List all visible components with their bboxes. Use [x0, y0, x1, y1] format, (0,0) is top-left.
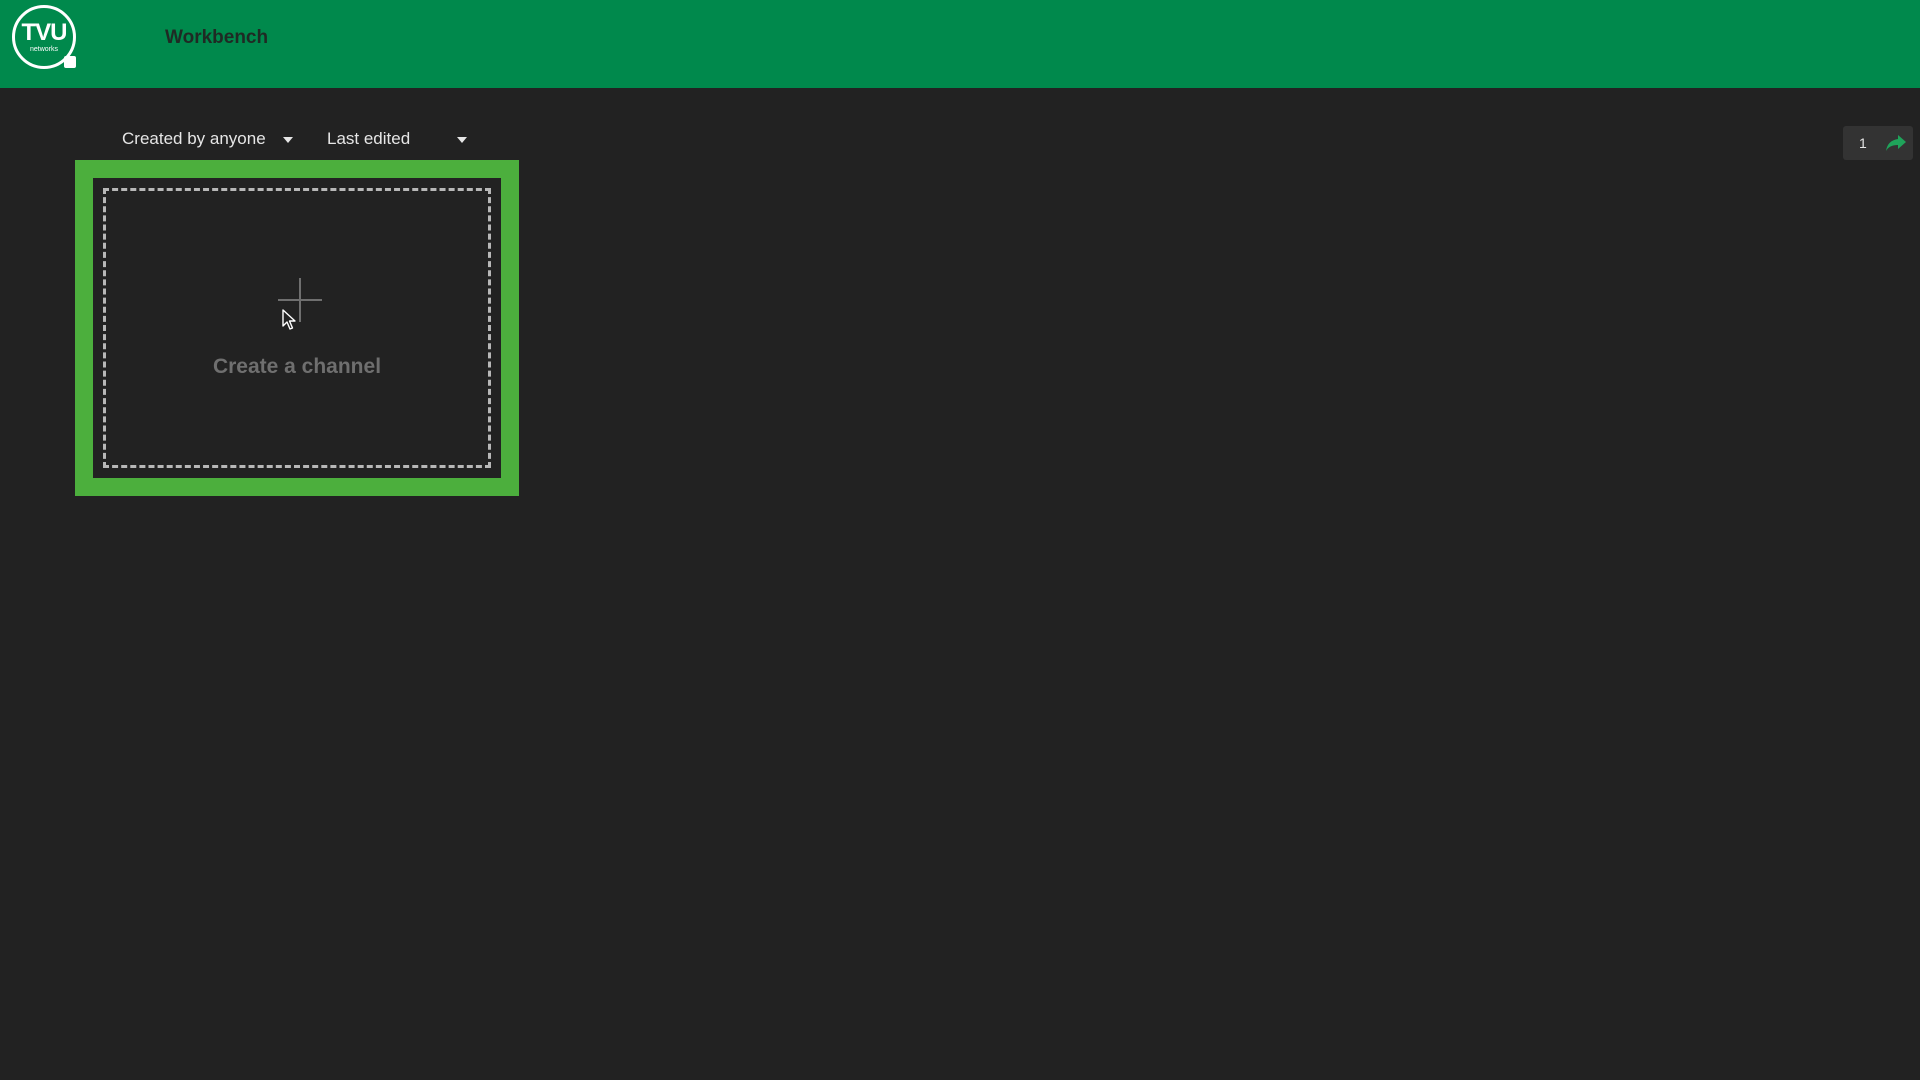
logo-text: TVU: [21, 19, 68, 46]
created-by-filter-dropdown[interactable]: Created by anyone: [122, 129, 293, 149]
created-by-filter-label: Created by anyone: [122, 129, 266, 148]
chevron-down-icon: [457, 137, 467, 143]
sort-label: Last edited: [327, 129, 411, 148]
create-channel-label: Create a channel: [212, 355, 382, 378]
app-title[interactable]: Workbench: [165, 27, 268, 49]
share-icon[interactable]: [1884, 133, 1908, 153]
page-number[interactable]: 1: [1859, 135, 1867, 151]
logo-tail-shape: [64, 56, 76, 68]
logo-subtext: networks: [29, 46, 58, 53]
top-header: TVU networks Workbench: [0, 0, 1920, 88]
chevron-down-icon: [283, 137, 293, 143]
sort-dropdown[interactable]: Last edited: [327, 129, 467, 149]
mouse-cursor-icon: [282, 309, 296, 330]
tvu-logo[interactable]: TVU networks: [12, 5, 76, 69]
pagination-control: 1: [1843, 126, 1913, 160]
